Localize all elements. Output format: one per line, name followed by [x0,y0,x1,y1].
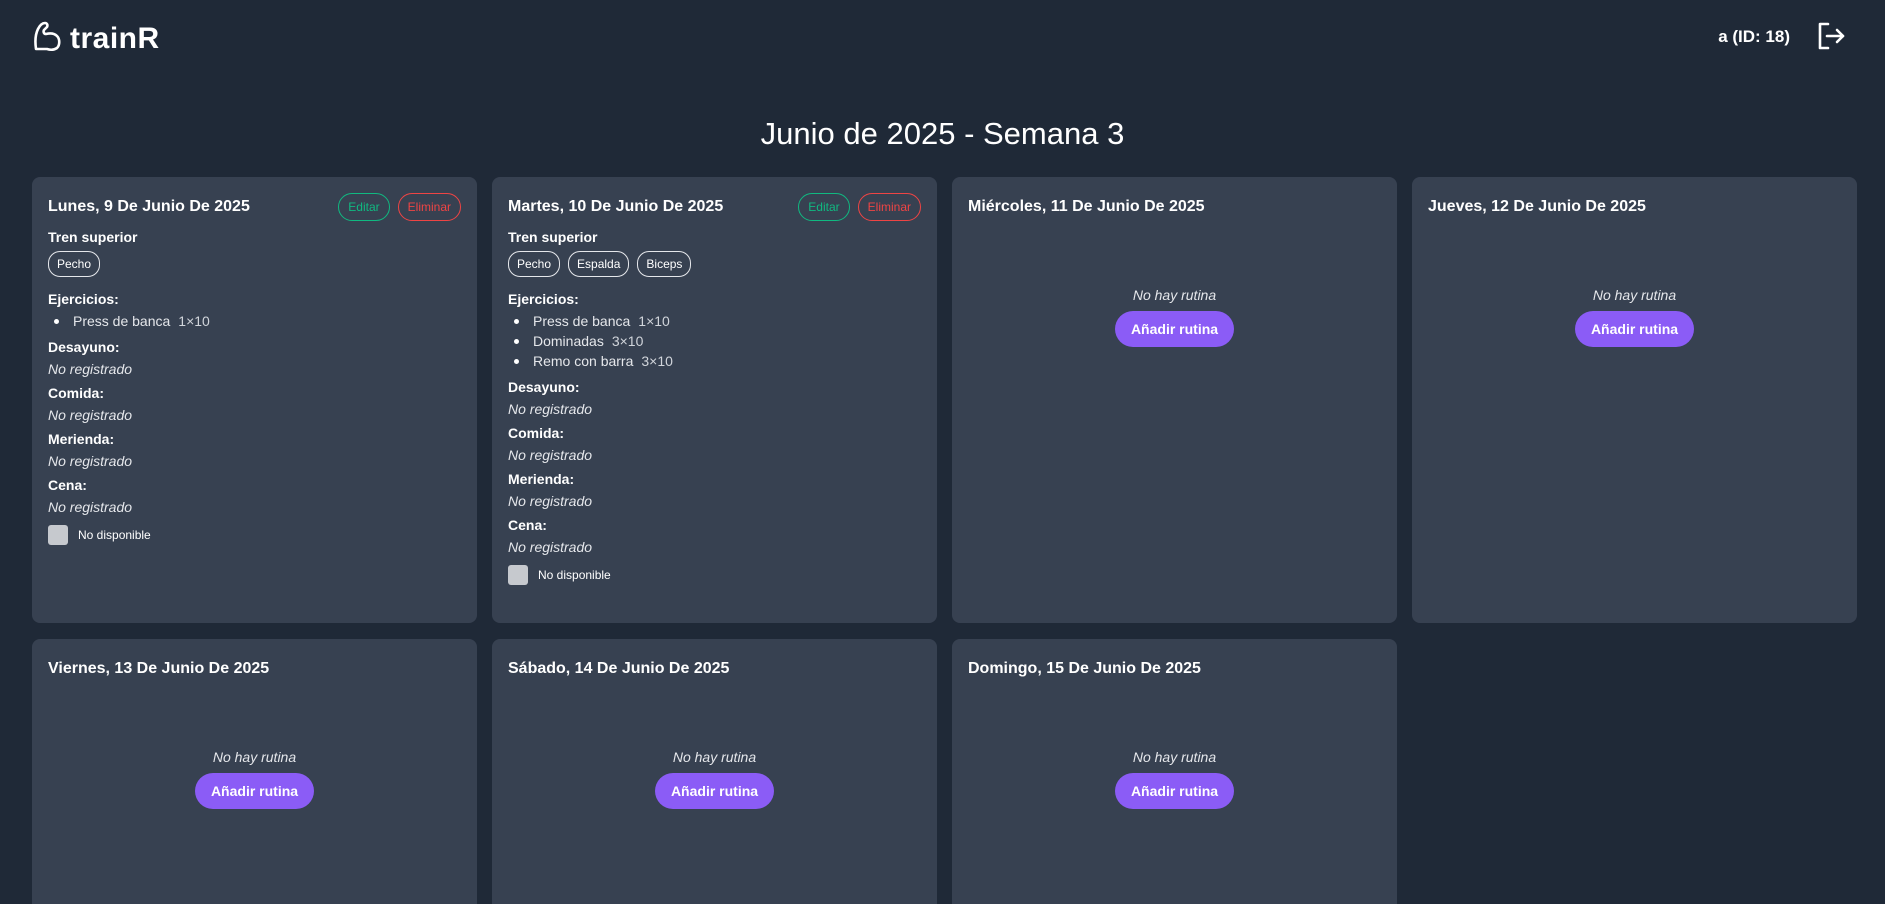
user-label: a (ID: 18) [1718,27,1790,46]
exercise-name: Remo con barra [533,353,634,369]
exercise-sets: 1×10 [638,313,670,329]
availability-label: No disponible [78,528,151,542]
day-card-thursday: Jueves, 12 De Junio De 2025 No hay rutin… [1412,177,1857,623]
lunch-label: Comida: [508,425,564,441]
day-title: Lunes, 9 De Junio De 2025 [48,198,250,215]
flexed-arm-icon [32,20,62,57]
availability-toggle[interactable]: No disponible [508,565,921,585]
breakfast-value: No registrado [48,361,133,377]
empty-state: No hay rutina Añadir rutina [32,749,477,809]
no-routine-text: No hay rutina [1592,287,1677,303]
week-grid: Lunes, 9 De Junio De 2025 Editar Elimina… [32,177,1857,904]
page-title: Junio de 2025 - Semana 3 [760,116,1125,151]
app-name: trainR [70,21,160,55]
exercise-name: Dominadas [533,333,604,349]
snack-value: No registrado [508,493,593,509]
add-routine-button[interactable]: Añadir rutina [1574,311,1695,347]
breakfast-label: Desayuno: [48,339,120,355]
brand[interactable]: trainR [32,20,160,57]
exercise-name: Press de banca [533,313,631,329]
add-routine-button[interactable]: Añadir rutina [1114,773,1235,809]
delete-button[interactable]: Eliminar [857,193,921,221]
snack-value: No registrado [48,453,133,469]
exercises-label: Ejercicios: [48,291,119,307]
top-bar: trainR a (ID: 18) [0,0,1885,74]
delete-button[interactable]: Eliminar [397,193,461,221]
no-routine-text: No hay rutina [1132,749,1217,765]
muscle-tag: Biceps [637,251,692,277]
day-card-saturday: Sábado, 14 De Junio De 2025 No hay rutin… [492,639,937,904]
exercise-sets: 1×10 [178,313,210,329]
exercises-label: Ejercicios: [508,291,579,307]
exercise-list: Press de banca 1×10 [48,311,461,331]
muscle-tag: Pecho [508,251,561,277]
no-routine-text: No hay rutina [672,749,757,765]
add-routine-button[interactable]: Añadir rutina [654,773,775,809]
logout-icon[interactable] [1815,20,1847,52]
availability-checkbox[interactable] [508,565,528,585]
add-routine-button[interactable]: Añadir rutina [194,773,315,809]
empty-state: No hay rutina Añadir rutina [952,287,1397,347]
exercise-item: Press de banca 1×10 [48,311,461,331]
empty-state: No hay rutina Añadir rutina [952,749,1397,809]
no-routine-text: No hay rutina [1132,287,1217,303]
lunch-value: No registrado [508,447,593,463]
exercise-name: Press de banca [73,313,171,329]
dinner-label: Cena: [48,477,87,493]
availability-checkbox[interactable] [48,525,68,545]
day-card-sunday: Domingo, 15 De Junio De 2025 No hay ruti… [952,639,1397,904]
day-card-friday: Viernes, 13 De Junio De 2025 No hay ruti… [32,639,477,904]
add-routine-button[interactable]: Añadir rutina [1114,311,1235,347]
lunch-value: No registrado [48,407,133,423]
day-title: Viernes, 13 De Junio De 2025 [48,660,270,677]
day-card-tuesday: Martes, 10 De Junio De 2025 Editar Elimi… [492,177,937,623]
routine-name: Tren superior [48,229,138,245]
muscle-tag: Espalda [568,251,630,277]
exercise-sets: 3×10 [641,353,673,369]
empty-state: No hay rutina Añadir rutina [1412,287,1857,347]
dinner-label: Cena: [508,517,547,533]
availability-toggle[interactable]: No disponible [48,525,461,545]
snack-label: Merienda: [48,431,115,447]
exercise-item: Press de banca 1×10 [508,311,921,331]
exercise-list: Press de banca 1×10 Dominadas 3×10 Remo co… [508,311,921,371]
routine-name: Tren superior [508,229,598,245]
muscle-tag: Pecho [48,251,101,277]
edit-button[interactable]: Editar [798,193,850,221]
day-title: Martes, 10 De Junio De 2025 [508,198,724,215]
dinner-value: No registrado [48,499,133,515]
no-routine-text: No hay rutina [212,749,297,765]
breakfast-value: No registrado [508,401,593,417]
day-title: Miércoles, 11 De Junio De 2025 [968,198,1205,215]
availability-label: No disponible [538,568,611,582]
day-title: Sábado, 14 De Junio De 2025 [508,660,730,677]
day-title: Domingo, 15 De Junio De 2025 [968,660,1201,677]
day-card-wednesday: Miércoles, 11 De Junio De 2025 No hay ru… [952,177,1397,623]
exercise-item: Remo con barra 3×10 [508,351,921,371]
day-title: Jueves, 12 De Junio De 2025 [1428,198,1646,215]
snack-label: Merienda: [508,471,575,487]
dinner-value: No registrado [508,539,593,555]
day-card-monday: Lunes, 9 De Junio De 2025 Editar Elimina… [32,177,477,623]
breakfast-label: Desayuno: [508,379,580,395]
exercise-item: Dominadas 3×10 [508,331,921,351]
lunch-label: Comida: [48,385,104,401]
edit-button[interactable]: Editar [338,193,390,221]
empty-state: No hay rutina Añadir rutina [492,749,937,809]
exercise-sets: 3×10 [611,333,644,349]
